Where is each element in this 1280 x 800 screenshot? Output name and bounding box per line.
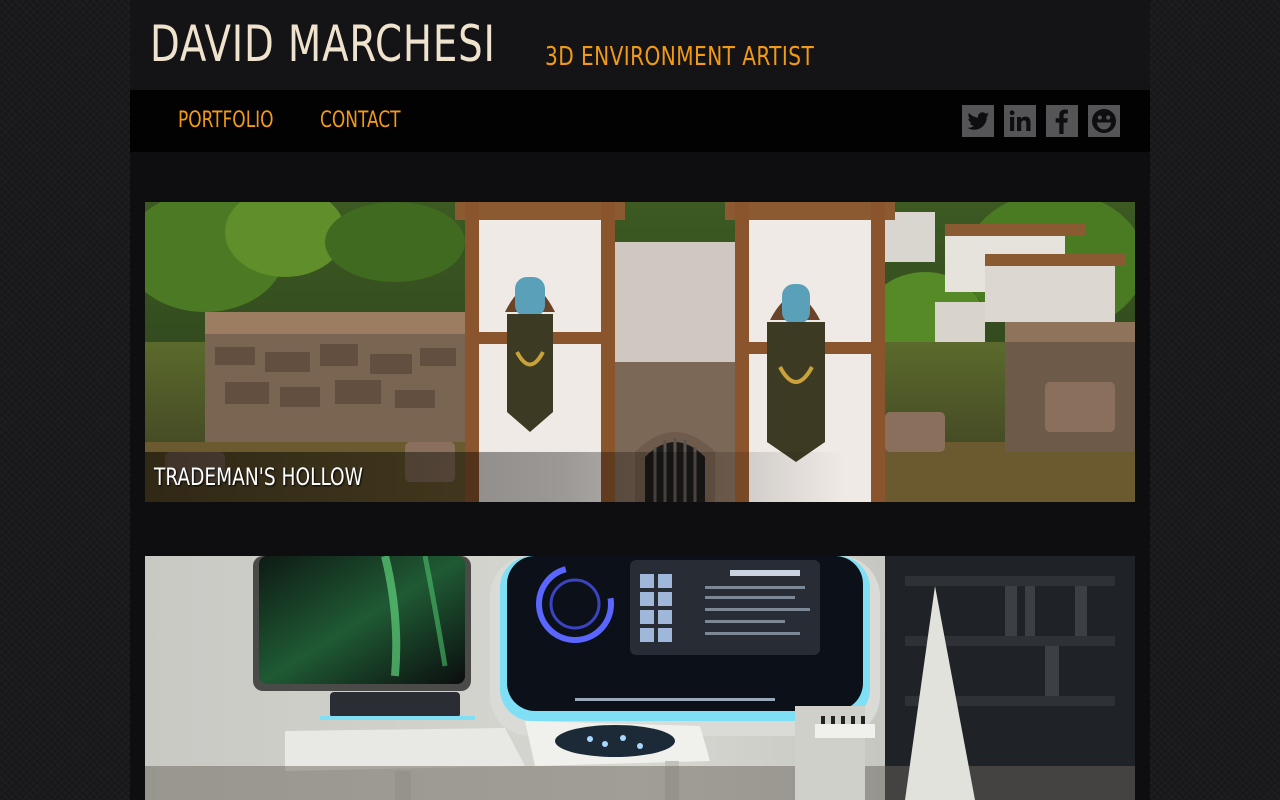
smiley-link[interactable]: [1088, 105, 1120, 137]
site-name[interactable]: DAVID MARCHESI: [150, 14, 496, 74]
linkedin-icon: [1009, 110, 1031, 131]
project-tile-tradesmans-hollow[interactable]: TRADEMAN'S HOLLOW: [145, 202, 1135, 502]
twitter-icon: [967, 112, 989, 130]
site-header: DAVID MARCHESI 3D ENVIRONMENT ARTIST: [130, 0, 1150, 90]
main-navigation: PORTFOLIO CONTACT: [130, 90, 1150, 152]
site-tagline: 3D ENVIRONMENT ARTIST: [545, 42, 815, 72]
project-title[interactable]: TRADEMAN'S HOLLOW: [154, 462, 363, 492]
project-tile-scifi-interior[interactable]: [145, 556, 1135, 800]
project-thumbnail-image: [145, 556, 1135, 800]
facebook-icon: [1055, 109, 1068, 134]
smiley-icon: [1092, 109, 1116, 133]
nav-portfolio-link[interactable]: PORTFOLIO: [178, 106, 274, 136]
twitter-link[interactable]: [962, 105, 994, 137]
page-container: DAVID MARCHESI 3D ENVIRONMENT ARTIST POR…: [130, 0, 1150, 800]
facebook-link[interactable]: [1046, 105, 1078, 137]
linkedin-link[interactable]: [1004, 105, 1036, 137]
project-caption-bar: TRADEMAN'S HOLLOW: [145, 452, 845, 502]
nav-contact-link[interactable]: CONTACT: [320, 106, 401, 136]
